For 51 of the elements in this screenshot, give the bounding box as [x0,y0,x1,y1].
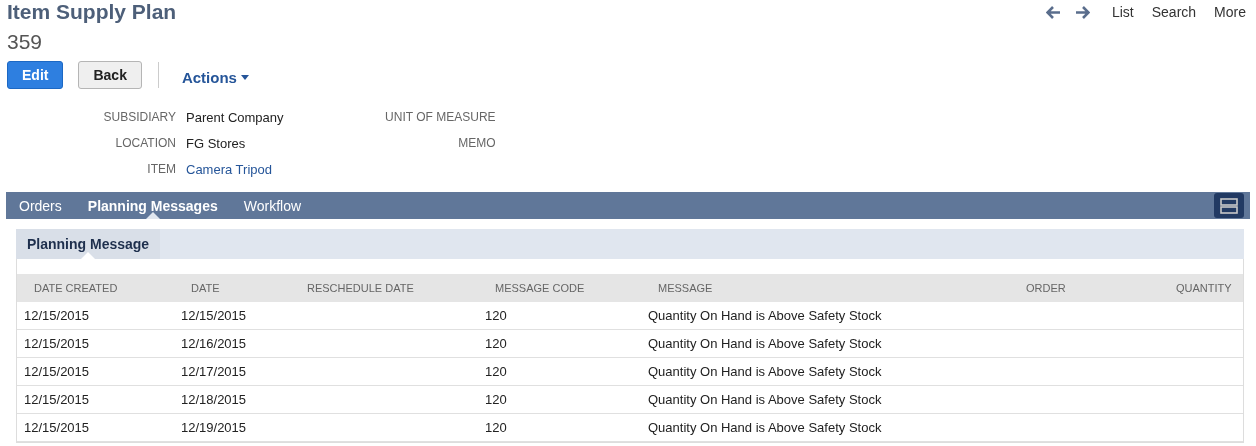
record-number: 359 [7,29,44,55]
actions-menu[interactable]: Actions [181,68,249,86]
table-cell: 120 [478,302,641,330]
edit-button[interactable]: Edit [7,61,64,89]
table-cell: 12/15/2015 [17,413,174,442]
caret-icon [240,74,249,80]
layout-toggle-button[interactable] [1214,193,1244,218]
table-cell: Quantity On Hand is Above Safety Stock [641,385,1009,414]
table-cell: Quantity On Hand is Above Safety Stock [641,413,1009,442]
column-header: MESSAGE CODE [478,274,641,302]
field-label: UNIT OF MEASURE [385,110,496,124]
column-header: DATE [174,274,290,302]
table-cell: 12/15/2015 [174,302,290,330]
tab[interactable]: Workflow [243,192,302,219]
table-cell: 12/15/2015 [17,329,174,358]
field-label: LOCATION [115,136,176,150]
table-cell: 12/15/2015 [17,357,174,386]
tab[interactable]: Orders [19,192,62,219]
nav-link[interactable]: List [1111,4,1134,20]
column-header: MESSAGE [641,274,1009,302]
table-cell: 12/15/2015 [17,302,174,330]
table-cell: Quantity On Hand is Above Safety Stock [641,329,1009,358]
back-arrow-icon[interactable] [1045,5,1061,19]
column-header: QUANTITY [1159,274,1243,302]
table-cell: 120 [478,385,641,414]
record-title: Item Supply Plan [7,0,177,24]
table-cell: Quantity On Hand is Above Safety Stock [641,357,1009,386]
field-value: FG Stores [186,135,247,151]
forward-arrow-icon[interactable] [1074,5,1090,19]
table-cell: 12/19/2015 [174,413,290,442]
field-value: Parent Company [186,109,284,125]
tab[interactable]: Planning Messages [87,192,218,219]
back-button[interactable]: Back [78,61,142,89]
table-cell: 120 [478,357,641,386]
table-cell: 12/15/2015 [17,385,174,414]
column-header: ORDER [1009,274,1159,302]
field-label: ITEM [147,162,176,176]
table-cell: 12/18/2015 [174,385,290,414]
table-cell: Quantity On Hand is Above Safety Stock [641,302,1009,330]
subtab[interactable]: Planning Message [16,229,161,259]
nav-link[interactable]: More [1214,4,1246,20]
column-header: RESCHEDULE DATE [290,274,478,302]
nav-link[interactable]: Search [1151,4,1197,20]
table-cell: 12/16/2015 [174,329,290,358]
field-label: MEMO [458,136,496,150]
field-label: SUBSIDIARY [103,110,176,124]
field-link[interactable]: Camera Tripod [186,161,284,177]
table-cell: 12/17/2015 [174,357,290,386]
column-header: DATE CREATED [17,274,174,302]
table-cell: 120 [478,329,641,358]
table-cell: 120 [478,413,641,442]
